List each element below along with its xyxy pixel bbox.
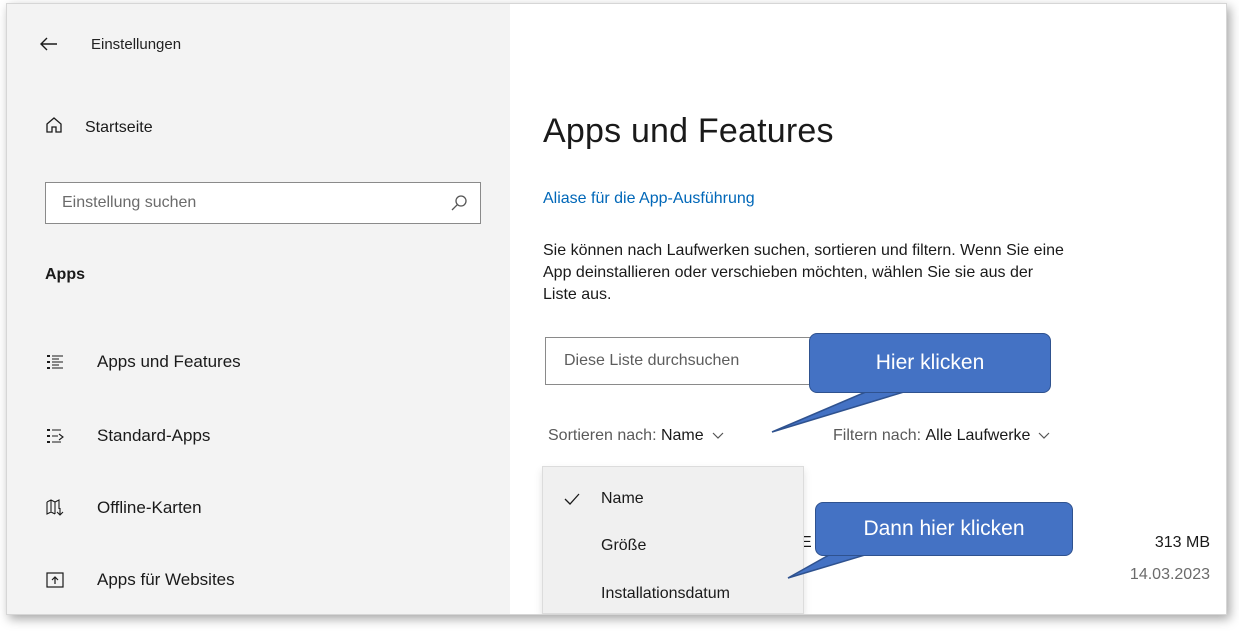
sidebar-item-apps-websites[interactable]: Apps für Websites [45, 570, 235, 590]
description-line: App deinstallieren oder verschieben möch… [543, 264, 1034, 281]
filter-prefix: Filtern nach: [833, 427, 922, 444]
sort-option-install-date[interactable]: Installationsdatum [543, 574, 803, 614]
sidebar-item-apps-features[interactable]: Apps und Features [45, 352, 241, 372]
sort-option-name[interactable]: Name [543, 479, 803, 519]
settings-window: Einstellungen Startseite Einstellung suc… [6, 3, 1227, 615]
list-search-input[interactable]: Diese Liste durchsuchen [545, 337, 825, 385]
default-apps-icon [45, 426, 65, 446]
settings-search-input[interactable]: Einstellung suchen [45, 182, 481, 224]
sidebar: Einstellungen Startseite Einstellung suc… [7, 4, 510, 614]
sort-option-label: Name [601, 490, 644, 507]
section-title-apps: Apps [45, 266, 85, 283]
app-date: 14.03.2023 [1129, 566, 1210, 583]
sort-value: Name [660, 427, 704, 444]
title-bar: Einstellungen [37, 32, 181, 56]
sidebar-item-default-apps[interactable]: Standard-Apps [45, 426, 210, 446]
page-title: Apps und Features [543, 112, 834, 150]
home-icon [45, 116, 63, 139]
app-size: 313 MB [1154, 534, 1210, 551]
sort-option-label: Größe [601, 537, 647, 554]
sort-dropdown[interactable]: Sortieren nach: Name [548, 427, 724, 445]
description-line: Liste aus. [543, 286, 612, 303]
sort-prefix: Sortieren nach: [548, 427, 657, 444]
filter-value: Alle Laufwerke [925, 427, 1031, 444]
settings-search-placeholder: Einstellung suchen [62, 194, 197, 211]
apps-features-icon [45, 352, 65, 372]
filter-dropdown[interactable]: Filtern nach: Alle Laufwerke [833, 427, 1050, 445]
nav-home-label: Startseite [85, 118, 153, 136]
sidebar-item-label: Standard-Apps [97, 426, 211, 445]
sort-options-menu: Name Größe Installationsdatum [542, 466, 804, 614]
checkmark-icon [543, 493, 601, 505]
sort-option-size[interactable]: Größe [543, 526, 803, 566]
description-line: Sie können nach Laufwerken suchen, sorti… [543, 242, 1064, 259]
sidebar-item-label: Apps und Features [97, 352, 241, 371]
nav-home[interactable]: Startseite [45, 116, 153, 139]
sort-option-label: Installationsdatum [601, 585, 730, 602]
sidebar-item-label: Offline-Karten [97, 498, 202, 517]
chevron-down-icon [1038, 432, 1050, 440]
app-title: Einstellungen [91, 35, 182, 53]
sidebar-item-label: Apps für Websites [97, 570, 235, 589]
apps-websites-icon [45, 570, 65, 590]
search-icon[interactable] [438, 194, 480, 212]
app-alias-link[interactable]: Aliase für die App-Ausführung [543, 190, 755, 208]
description-text: Sie können nach Laufwerken suchen, sorti… [543, 240, 1226, 306]
offline-maps-icon [45, 498, 65, 518]
chevron-down-icon [712, 432, 724, 440]
list-search-placeholder: Diese Liste durchsuchen [564, 352, 740, 369]
sidebar-item-offline-maps[interactable]: Offline-Karten [45, 498, 202, 518]
back-arrow-icon[interactable] [37, 32, 61, 56]
